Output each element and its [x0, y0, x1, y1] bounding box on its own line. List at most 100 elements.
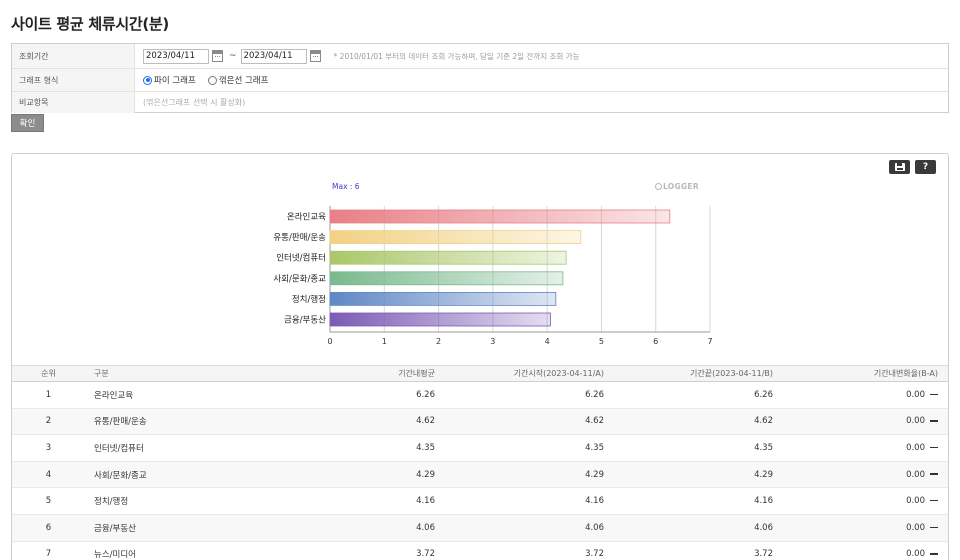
bar-category-label: 유통/판매/운송 [273, 233, 326, 243]
filter-row-period: 조회기간 2023/04/11 ~ 2023/04/11 * 2010/01/0… [12, 44, 948, 68]
radio-line-label: 꺾은선 그래프 [218, 76, 269, 86]
header-average: 기간내평균 [235, 365, 435, 382]
cell-rank: 6 [12, 514, 85, 542]
no-change-dash-icon [930, 420, 938, 422]
radio-unselected-icon[interactable] [207, 75, 217, 85]
cell-end: 4.35 [604, 434, 773, 462]
cell-category: 금융/부동산 [85, 514, 235, 542]
x-tick-label: 5 [599, 337, 604, 346]
cell-rank: 5 [12, 487, 85, 515]
bar-category-label: 사회/문화/종교 [273, 274, 326, 284]
cell-category: 온라인교육 [85, 381, 235, 409]
cell-rank: 2 [12, 408, 85, 436]
cell-start: 6.26 [435, 381, 604, 409]
no-change-dash-icon [930, 553, 938, 555]
chart-bar [329, 250, 567, 265]
compare-note: (꺾은선그래프 선택 시 활성화) [143, 98, 246, 107]
x-tick-label: 6 [653, 337, 658, 346]
cell-rank: 3 [12, 434, 85, 462]
cell-average: 4.06 [235, 514, 435, 542]
filter-form: 조회기간 2023/04/11 ~ 2023/04/11 * 2010/01/0… [11, 43, 949, 113]
change-value: 0.00 [906, 416, 925, 427]
date-note: * 2010/01/01 부터의 데이터 조회 가능하며, 당일 기준 2일 전… [333, 51, 580, 61]
table-row: 2 유통/판매/운송 4.62 4.62 4.62 0.00 [12, 408, 948, 436]
cell-average: 4.29 [235, 461, 435, 489]
no-change-dash-icon [930, 393, 938, 396]
cell-average: 4.16 [235, 487, 435, 515]
cell-change-rate: 0.00 [773, 381, 948, 409]
cell-start: 4.62 [435, 408, 604, 436]
x-tick-label: 7 [707, 337, 712, 346]
bar-category-label: 온라인교육 [287, 212, 326, 223]
change-value: 0.00 [906, 442, 925, 453]
cell-category: 정치/행정 [85, 487, 235, 515]
x-tick-label: 1 [382, 337, 387, 346]
no-change-dash-icon [930, 446, 938, 449]
start-date-input[interactable]: 2023/04/11 [143, 48, 209, 64]
header-end: 기간끝(2023-04-11/B) [604, 365, 773, 382]
calendar-icon[interactable] [309, 50, 321, 62]
cell-category: 인터넷/컴퓨터 [85, 434, 235, 462]
radio-line-graph[interactable]: 꺾은선 그래프 [207, 74, 269, 86]
cell-end: 4.16 [604, 487, 773, 515]
result-panel: ? Max : 6 LOGGER 0 1 2 3 4 5 6 7 온라인교육 유통/판매/운송 인터… [11, 153, 949, 560]
table-row: 6 금융/부동산 4.06 4.06 4.06 0.00 [12, 514, 948, 542]
x-tick-label: 2 [436, 337, 441, 346]
cell-category: 뉴스/미디어 [85, 541, 235, 560]
cell-end: 4.62 [604, 408, 773, 436]
cell-start: 4.06 [435, 514, 604, 542]
chart-bar [329, 291, 557, 306]
radio-pie-graph[interactable]: 파이 그래프 [143, 74, 196, 86]
cell-average: 3.72 [235, 541, 435, 560]
cell-category: 사회/문화/종교 [85, 461, 235, 489]
table-row: 3 인터넷/컴퓨터 4.35 4.35 4.35 0.00 [12, 434, 948, 462]
ranking-table: 순위 구분 기간내평균 기간시작(2023-04-11/A) 기간끝(2023-… [12, 365, 948, 560]
filter-row-graph: 그래프 형식 파이 그래프 꺾은선 그래프 [12, 68, 948, 91]
cell-rank: 4 [12, 461, 85, 489]
table-row: 4 사회/문화/종교 4.29 4.29 4.29 0.00 [12, 461, 948, 489]
end-date-input[interactable]: 2023/04/11 [240, 48, 307, 64]
header-start: 기간시작(2023-04-11/A) [435, 365, 604, 382]
date-range-tilde: ~ [229, 51, 237, 61]
cell-end: 4.29 [604, 461, 773, 489]
table-header-row: 순위 구분 기간내평균 기간시작(2023-04-11/A) 기간끝(2023-… [12, 365, 948, 382]
x-tick-label: 3 [490, 337, 495, 346]
chart-bar [329, 209, 671, 224]
bar-category-label: 정치/행정 [292, 294, 326, 305]
cell-change-rate: 0.00 [773, 514, 948, 542]
graph-type-label: 그래프 형식 [12, 69, 135, 91]
header-category: 구분 [85, 365, 235, 382]
header-rank: 순위 [12, 365, 85, 382]
cell-end: 4.06 [604, 514, 773, 542]
cell-change-rate: 0.00 [773, 461, 948, 489]
chart-bar [329, 312, 551, 327]
page-title: 사이트 평균 체류시간(분) [11, 15, 169, 33]
change-value: 0.00 [906, 389, 925, 400]
radio-selected-icon[interactable] [143, 75, 152, 85]
x-tick-label: 0 [327, 337, 332, 346]
change-value: 0.00 [906, 522, 925, 533]
table-row: 5 정치/행정 4.16 4.16 4.16 0.00 [12, 487, 948, 515]
cell-category: 유통/판매/운송 [85, 408, 235, 436]
bar-chart: 0 1 2 3 4 5 6 7 온라인교육유통/판매/운송인터넷/컴퓨터사회/문화/종교정치/행… [273, 206, 713, 346]
calendar-icon[interactable] [212, 50, 223, 62]
cell-change-rate: 0.00 [773, 487, 948, 515]
change-value: 0.00 [906, 496, 925, 507]
cell-start: 4.29 [435, 461, 604, 489]
chart-bar [329, 271, 564, 286]
no-change-dash-icon [930, 526, 938, 529]
no-change-dash-icon [930, 473, 938, 475]
cell-change-rate: 0.00 [773, 434, 948, 462]
cell-change-rate: 0.00 [773, 408, 948, 436]
compare-label: 비교항목 [12, 92, 135, 113]
confirm-button[interactable]: 확인 [11, 114, 44, 132]
bar-category-label: 금융/부동산 [284, 315, 326, 326]
cell-change-rate: 0.00 [773, 541, 948, 560]
cell-rank: 1 [12, 381, 85, 409]
cell-average: 4.62 [235, 408, 435, 436]
chart-bar [329, 230, 582, 244]
radio-pie-label: 파이 그래프 [154, 76, 196, 86]
cell-average: 4.35 [235, 434, 435, 462]
period-label: 조회기간 [12, 44, 135, 68]
no-change-dash-icon [930, 499, 938, 502]
